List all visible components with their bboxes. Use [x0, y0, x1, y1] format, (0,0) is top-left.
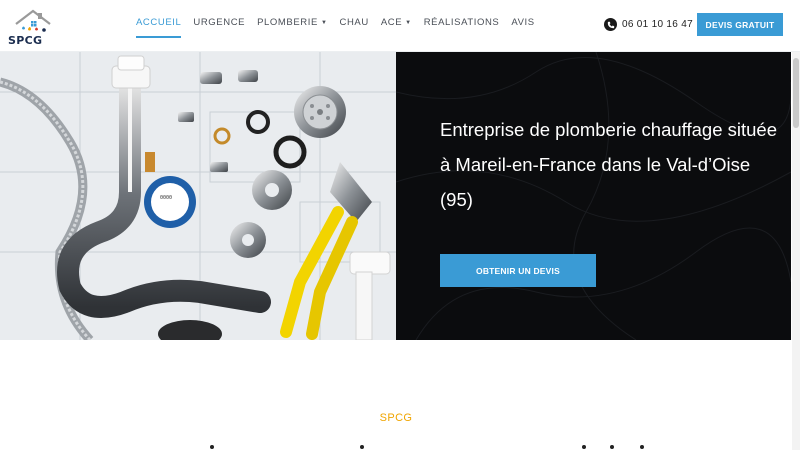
plumbing-tools-illustration: 0000 — [0, 52, 396, 340]
nav-item-ace[interactable]: ACE ▼ — [381, 17, 412, 38]
section-label: SPCG — [379, 412, 413, 424]
nav-item-urgence[interactable]: Urgence — [193, 17, 245, 38]
hero-title: Entreprise de plomberie chauffage située… — [440, 119, 777, 210]
text-fragment — [640, 445, 644, 449]
text-fragment — [610, 445, 614, 449]
obtenir-devis-button[interactable]: Obtenir un devis — [440, 254, 596, 287]
nav-label: ACE — [380, 17, 403, 28]
nav-item-plomberie[interactable]: Plomberie ▼ — [257, 17, 327, 38]
phone-number: 06 01 10 16 47 — [622, 19, 693, 30]
caret-down-icon: ▼ — [405, 20, 412, 26]
nav-label: Urgence — [193, 17, 246, 28]
nav-label: Chau — [339, 17, 369, 28]
hero-plumbing-image: 0000 — [0, 52, 396, 340]
text-fragment — [210, 445, 214, 449]
nav-item-realisations[interactable]: Réalisations — [424, 17, 500, 38]
logo-text: SPCG — [8, 34, 43, 47]
text-fragment — [582, 445, 586, 449]
scrollbar-thumb[interactable] — [793, 58, 799, 128]
phone-icon — [604, 18, 617, 31]
page: SPCG Accueil Urgence Plomberie ▼ Chau ACE… — [0, 0, 800, 450]
svg-text:0000: 0000 — [160, 195, 172, 201]
nav-item-avis[interactable]: Avis — [511, 17, 534, 38]
main-nav: Accueil Urgence Plomberie ▼ Chau ACE ▼ Réa… — [136, 17, 535, 38]
devis-gratuit-button[interactable]: Devis gratuit — [697, 13, 783, 36]
nav-label: Réalisations — [423, 17, 500, 28]
site-header: SPCG Accueil Urgence Plomberie ▼ Chau ACE… — [0, 0, 800, 52]
phone-contact[interactable]: 06 01 10 16 47 — [604, 18, 693, 31]
nav-item-accueil[interactable]: Accueil — [136, 17, 182, 38]
section-heading-clipped — [190, 441, 660, 450]
nav-label: Accueil — [136, 17, 182, 28]
hero-panel: Entreprise de plomberie chauffage située… — [396, 52, 791, 340]
caret-down-icon: ▼ — [320, 20, 328, 26]
nav-item-chau[interactable]: Chau — [340, 17, 369, 38]
text-fragment — [360, 445, 364, 449]
scrollbar[interactable] — [792, 52, 800, 450]
nav-label: Avis — [511, 17, 535, 28]
nav-label: Plomberie — [257, 17, 318, 28]
